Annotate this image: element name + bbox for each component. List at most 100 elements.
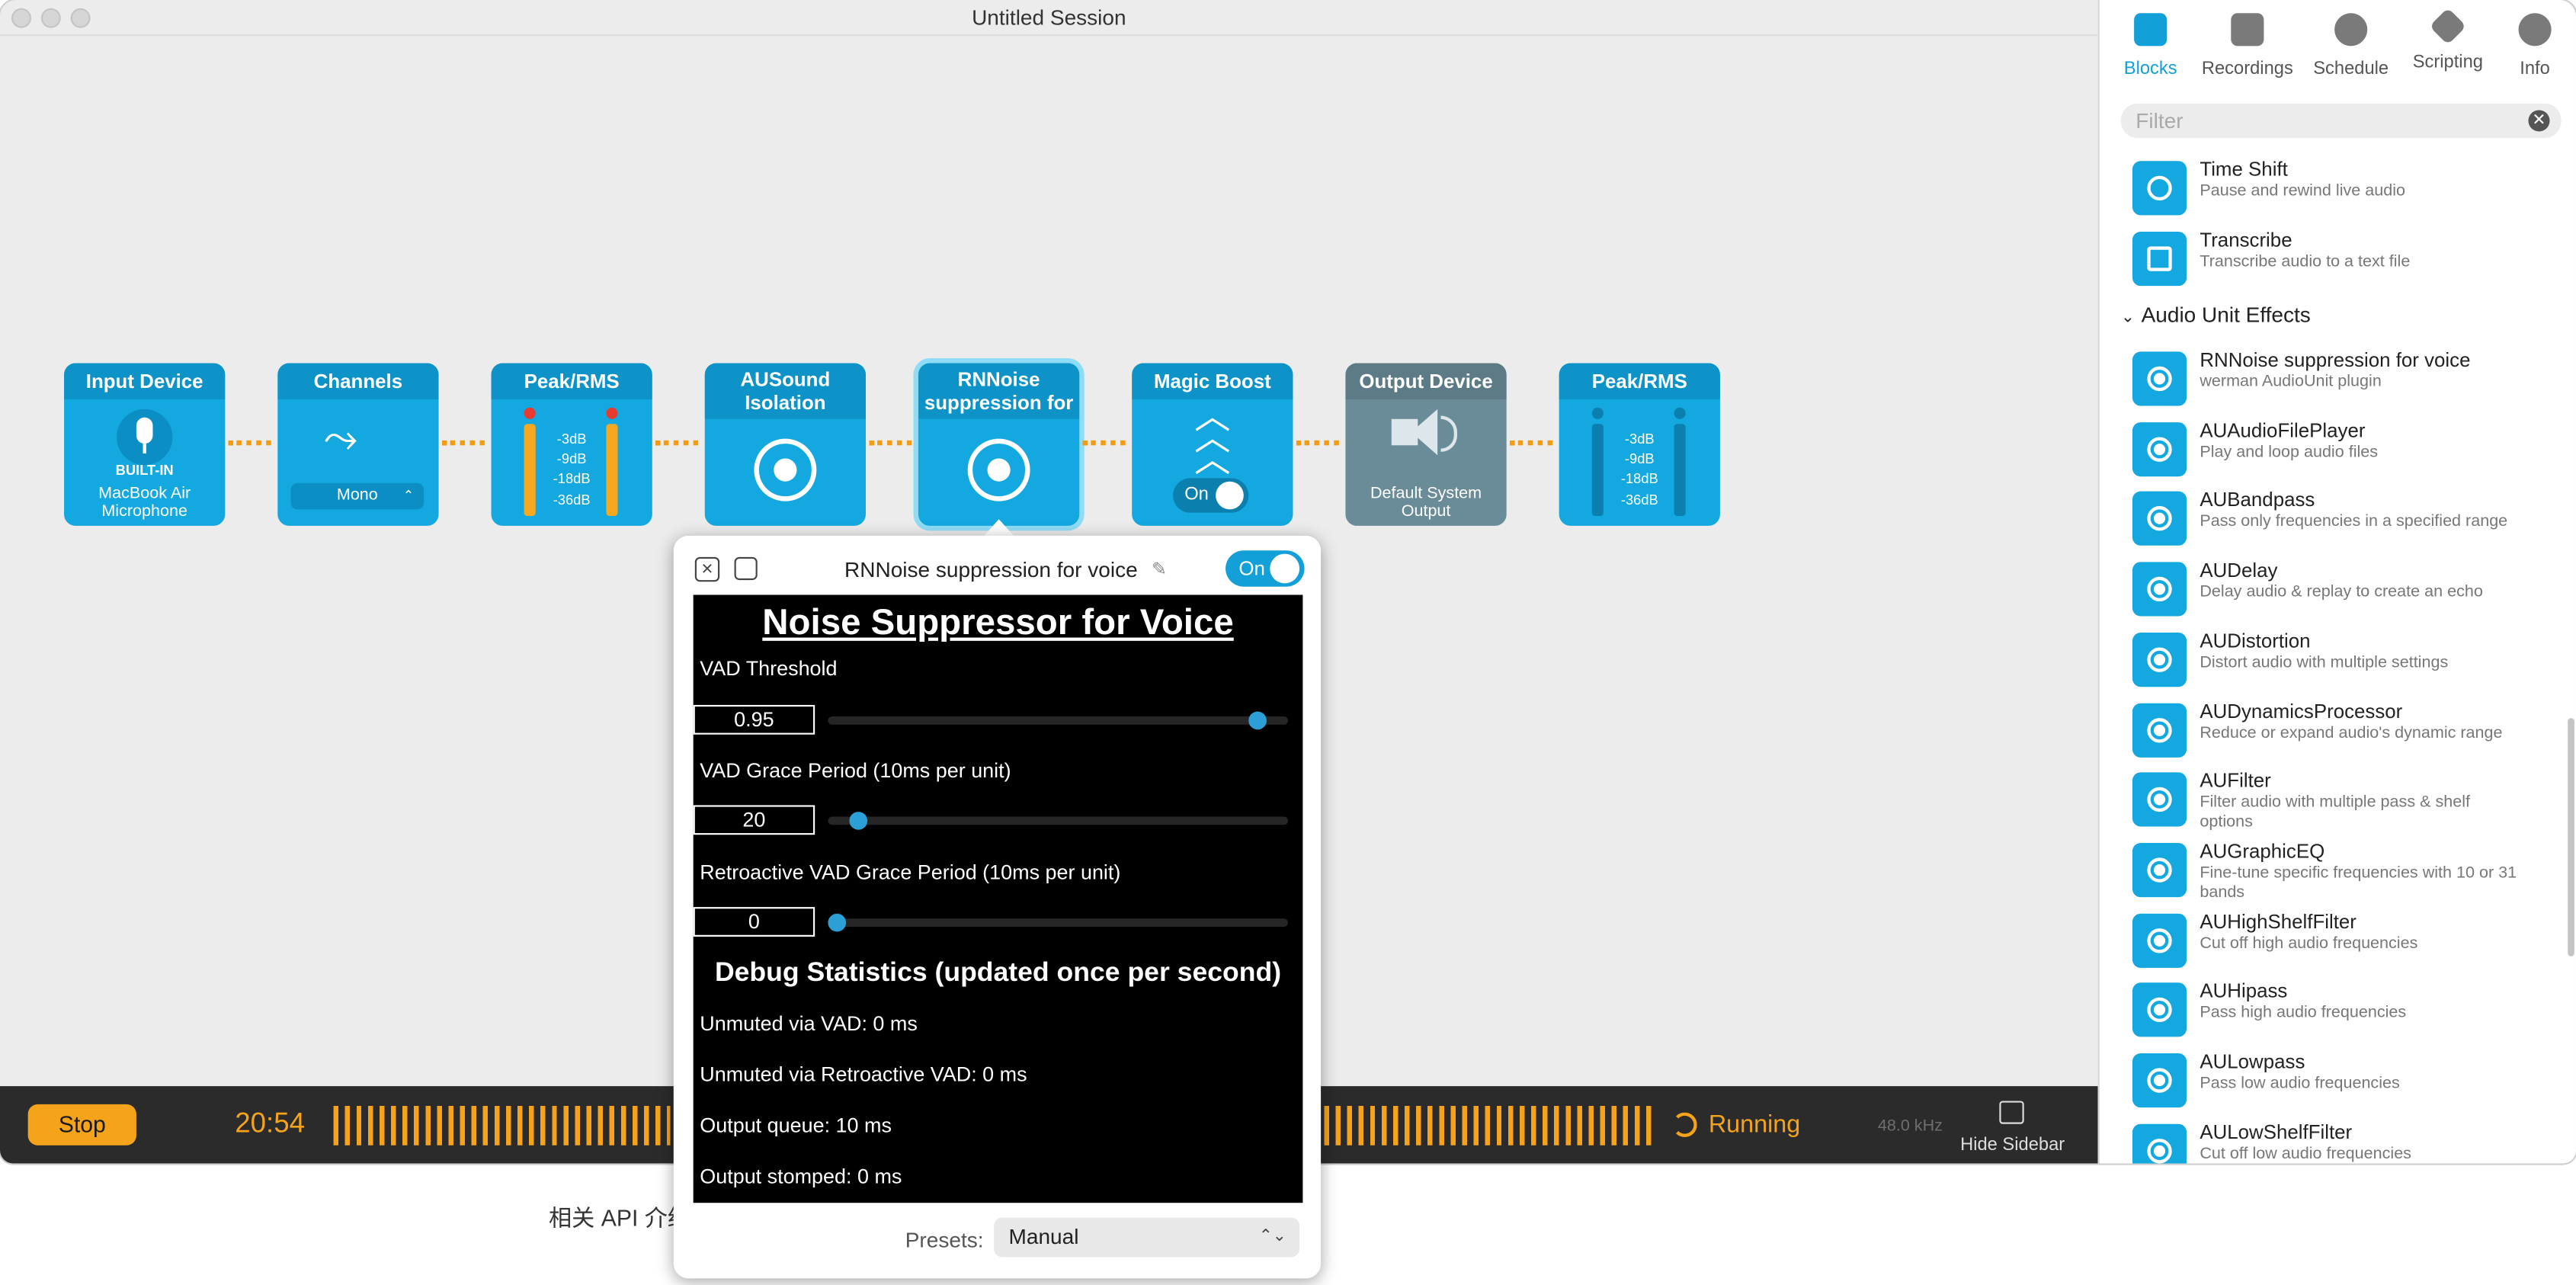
list-item[interactable]: Time Shift Pause and rewind live audio <box>2132 158 2568 223</box>
block-peak-rms-2[interactable]: Peak/RMS -3dB -9dB -18dB -36dB <box>1559 363 1720 526</box>
vad-grace-slider[interactable] <box>828 812 1288 830</box>
list-item[interactable]: Transcribe Transcribe audio to a text fi… <box>2132 229 2568 294</box>
slider-thumb[interactable] <box>850 812 869 830</box>
block-ausound-isolation[interactable]: AUSound Isolation <box>704 363 867 526</box>
connector <box>869 440 912 447</box>
connector <box>228 440 271 447</box>
retro-vad-grace-slider[interactable] <box>828 913 1288 932</box>
list-item[interactable]: AULowShelfFilter Cut off low audio freque… <box>2132 1120 2568 1164</box>
plugin-heading: Noise Suppressor for Voice <box>762 601 1234 642</box>
block-title: Peak/RMS <box>491 363 652 399</box>
meter-tick: -3dB <box>1624 430 1655 447</box>
item-name: Time Shift <box>2200 157 2288 181</box>
block-input-device[interactable]: Input Device BUILT-IN MacBook Air Microp… <box>64 363 226 526</box>
block-title: Channels <box>277 363 439 399</box>
audio-unit-icon <box>754 438 817 502</box>
block-output-device[interactable]: Output Device Default System Output <box>1345 363 1507 526</box>
item-desc: Pass high audio frequencies <box>2200 1004 2407 1023</box>
window-title: Untitled Session <box>972 5 1126 30</box>
tab-blocks[interactable]: Blocks <box>2101 10 2200 79</box>
tab-info[interactable]: Info <box>2485 10 2576 79</box>
stat-line: Output queue: 10 ms <box>700 1114 892 1137</box>
block-channels[interactable]: Channels ⤳ Mono ⌃ <box>277 363 439 526</box>
tab-label: Scripting <box>2412 52 2483 72</box>
transcribe-icon <box>2132 231 2187 287</box>
list-item[interactable]: AUGraphicEQ Fine-tune specific frequencie… <box>2132 839 2568 905</box>
audio-unit-icon <box>2132 702 2187 757</box>
item-desc: Pause and rewind live audio <box>2200 182 2406 201</box>
block-peak-rms-1[interactable]: Peak/RMS -3dB -9dB -18dB -36dB <box>491 363 652 526</box>
audio-unit-icon <box>2132 912 2187 968</box>
tab-schedule[interactable]: Schedule <box>2302 10 2400 79</box>
hide-sidebar-icon <box>1999 1101 2024 1124</box>
level-meter-right <box>1674 424 1686 516</box>
retro-vad-grace-field[interactable]: 0 <box>693 907 815 937</box>
tab-label: Blocks <box>2123 59 2177 79</box>
block-rnnoise[interactable]: RNNoise suppression for <box>918 363 1080 526</box>
item-name: AUAudioFilePlayer <box>2200 418 2366 442</box>
channel-split-icon: ⤳ <box>323 412 358 462</box>
list-item[interactable]: AUDistortion Distort audio with multiple … <box>2132 629 2568 694</box>
clear-filter-icon[interactable]: ✕ <box>2528 110 2550 132</box>
item-name: AUDynamicsProcessor <box>2200 699 2403 723</box>
block-title: Input Device <box>64 363 226 399</box>
item-desc: Pass low audio frequencies <box>2200 1075 2400 1093</box>
tab-recordings[interactable]: Recordings <box>2198 10 2296 79</box>
list-item[interactable]: AUDynamicsProcessor Reduce or expand audi… <box>2132 699 2568 764</box>
connector <box>1082 440 1126 447</box>
list-item[interactable]: AULowpass Pass low audio frequencies <box>2132 1050 2568 1116</box>
info-icon <box>2518 13 2552 46</box>
meter-tick: -18dB <box>1620 469 1658 487</box>
item-desc: werman AudioUnit plugin <box>2200 373 2382 392</box>
block-title: Output Device <box>1345 363 1507 399</box>
stop-button[interactable]: Stop <box>27 1104 136 1146</box>
detach-window-icon[interactable] <box>734 556 758 581</box>
item-name: RNNoise suppression for voice <box>2200 348 2471 372</box>
tab-label: Schedule <box>2313 59 2389 79</box>
block-caption: Default System Output <box>1370 485 1482 521</box>
audio-unit-icon <box>2132 632 2187 687</box>
param-label: Retroactive VAD Grace Period (10ms per u… <box>700 860 1121 884</box>
list-item[interactable]: AUHighShelfFilter Cut off high audio freq… <box>2132 910 2568 976</box>
item-name: AUFilter <box>2200 769 2271 793</box>
list-item[interactable]: AUBandpass Pass only frequencies in a spe… <box>2132 489 2568 554</box>
param-label: VAD Threshold <box>700 657 838 681</box>
plugin-enable-toggle[interactable]: On <box>1226 550 1305 587</box>
background-text: 相关 API 介绍 <box>548 1204 691 1231</box>
debug-heading: Debug Statistics (updated once per secon… <box>714 957 1282 988</box>
channel-mode-value: Mono <box>336 486 378 505</box>
slider-thumb[interactable] <box>1248 711 1266 730</box>
vad-threshold-slider[interactable] <box>828 711 1288 730</box>
tab-label: Recordings <box>2201 59 2293 79</box>
level-meter-left <box>524 424 536 516</box>
list-item[interactable]: AUHipass Pass high audio frequencies <box>2132 980 2568 1046</box>
preset-value: Manual <box>1008 1224 1079 1249</box>
item-name: AUGraphicEQ <box>2200 839 2325 863</box>
presets-select[interactable]: Manual ⌃⌄ <box>994 1217 1300 1258</box>
meter-tick: -36dB <box>553 491 591 508</box>
channel-mode-select[interactable]: Mono ⌃ <box>290 482 425 510</box>
boost-toggle[interactable]: On <box>1173 478 1249 513</box>
list-item[interactable]: RNNoise suppression for voice werman Audi… <box>2132 348 2568 414</box>
meter-tick: -9dB <box>1624 450 1655 467</box>
pencil-icon[interactable]: ✎ <box>1152 559 1167 580</box>
item-desc: Filter audio with multiple pass & shelf … <box>2200 793 2471 832</box>
slider-thumb[interactable] <box>828 913 847 932</box>
vad-threshold-field[interactable]: 0.95 <box>693 704 815 735</box>
list-item[interactable]: AUFilter Filter audio with multiple pass … <box>2132 769 2568 835</box>
filter-input[interactable]: Filter <box>2120 103 2562 139</box>
clip-indicator <box>606 407 618 419</box>
item-name: AUDelay <box>2200 559 2278 582</box>
section-header-audio-unit-effects[interactable]: ⌄ Audio Unit Effects <box>2121 303 2311 327</box>
vad-grace-field[interactable]: 20 <box>693 805 815 835</box>
scrollbar[interactable] <box>2568 718 2574 957</box>
tab-scripting[interactable]: Scripting <box>2398 8 2497 72</box>
close-icon[interactable]: × <box>694 556 720 582</box>
audio-unit-icon <box>2132 1053 2187 1108</box>
list-item[interactable]: AUDelay Delay audio & replay to create an… <box>2132 559 2568 624</box>
hide-sidebar-button[interactable]: Hide Sidebar <box>1949 1096 2077 1155</box>
block-magic-boost[interactable]: Magic Boost ︿ ︿ ︿ On <box>1132 363 1293 526</box>
list-item[interactable]: AUAudioFilePlayer Play and loop audio fil… <box>2132 418 2568 484</box>
meter-tick: -36dB <box>1620 491 1658 508</box>
clip-indicator <box>524 407 536 419</box>
